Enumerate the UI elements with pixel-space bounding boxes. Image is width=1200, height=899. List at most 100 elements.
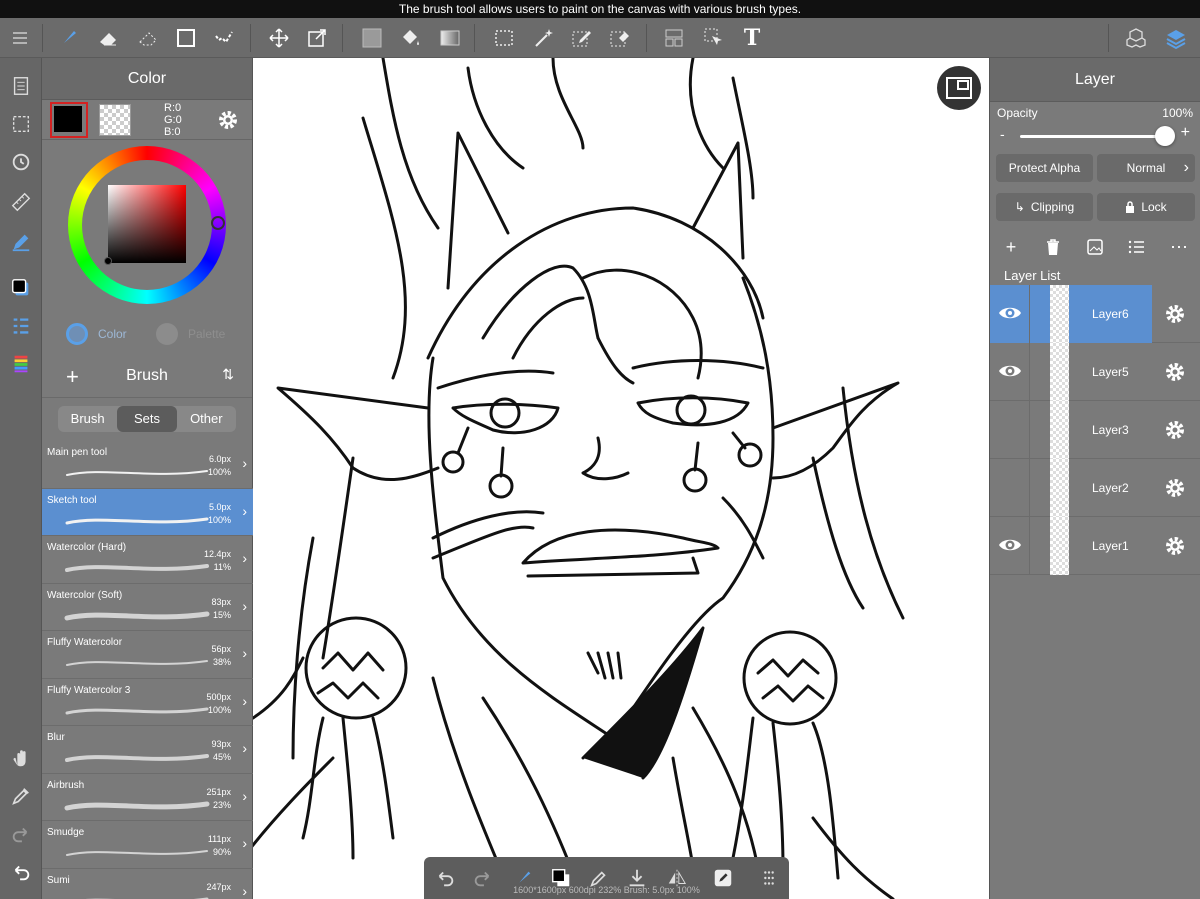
text-icon[interactable]: T [736,22,768,54]
navigator-toggle-button[interactable] [937,66,981,110]
brush-item[interactable]: Airbrush 251px 23% › [42,774,253,821]
select-eraser-icon[interactable] [604,22,636,54]
secondary-color-swatch[interactable] [99,104,131,136]
layer-row-main[interactable]: Layer3 [990,401,1152,459]
sort-brushes-icon[interactable]: ⇅ [222,366,234,383]
eye-icon[interactable] [998,361,1022,381]
brush-item[interactable]: Sumi 247px › [42,869,253,899]
layer-settings-gear-icon[interactable] [1163,360,1187,384]
brush-item[interactable]: Watercolor (Soft) 83px 15% › [42,584,253,631]
brush-item[interactable]: Fluffy Watercolor 56px 38% › [42,631,253,679]
bucket-icon[interactable] [394,22,426,54]
layer-row-main[interactable]: Layer2 [990,459,1152,517]
chevron-right-icon[interactable]: › [242,503,247,519]
palette-bars-icon[interactable] [5,348,37,380]
layer-row-main[interactable]: Layer6 [990,285,1152,343]
layer-row[interactable]: Layer5 [990,343,1200,401]
eye-hidden-icon[interactable] [998,477,1022,497]
brush-list-icon[interactable] [5,310,37,342]
clipping-button[interactable]: ↳ Clipping [996,193,1093,221]
brush-item[interactable]: Sketch tool 5.0px 100% › [42,488,253,536]
opacity-increase-button[interactable]: + [1181,124,1190,142]
layer-row[interactable]: Layer1 [990,517,1200,575]
chevron-right-icon[interactable]: › [242,693,247,709]
layer-settings-gear-icon[interactable] [1163,476,1187,500]
layer-menu-list-icon[interactable] [1126,236,1148,258]
brush-item[interactable]: Watercolor (Hard) 12.4px 11% › [42,536,253,584]
drawing-canvas[interactable] [253,58,989,899]
layer-row-main[interactable]: Layer5 [990,343,1152,401]
brush-item[interactable]: Blur 93px 45% › [42,726,253,774]
layer-row-main[interactable]: Layer1 [990,517,1152,575]
chevron-right-icon[interactable]: › [242,883,247,899]
eye-icon[interactable] [998,303,1022,323]
select-pen-icon[interactable] [566,22,598,54]
tab-sets[interactable]: Sets [117,406,177,432]
saturation-value-square[interactable] [108,185,186,263]
pages-icon[interactable] [5,70,37,102]
selection-eraser-icon[interactable] [132,22,164,54]
eraser-icon[interactable] [92,22,124,54]
brush-item[interactable]: Smudge 111px 90% › [42,821,253,869]
layer-row[interactable]: Layer3 [990,401,1200,459]
chevron-right-icon[interactable]: › [242,740,247,756]
selection-icon[interactable] [5,108,37,140]
layer-settings-gear-icon[interactable] [1163,302,1187,326]
dot-icon[interactable] [208,22,240,54]
stabilizer-icon[interactable] [5,226,37,258]
fill-color-icon[interactable] [356,22,388,54]
tab-brush[interactable]: Brush [58,406,117,432]
gradient-icon[interactable] [434,22,466,54]
layer-settings-gear-icon[interactable] [1163,534,1187,558]
layer-row[interactable]: Layer2 [990,459,1200,517]
add-brush-button[interactable]: + [66,364,79,390]
undo-icon[interactable] [5,856,37,888]
hue-knob[interactable] [211,216,225,230]
eyedropper-icon[interactable] [5,780,37,812]
rotate-icon[interactable] [5,146,37,178]
eye-icon[interactable] [998,535,1022,555]
tab-other[interactable]: Other [177,406,236,432]
magic-wand-icon[interactable] [528,22,560,54]
select-rect-icon[interactable] [488,22,520,54]
redo-icon[interactable] [5,818,37,850]
add-layer-icon[interactable]: + [1000,236,1022,258]
blend-mode-button[interactable]: Normal › [1097,154,1195,182]
brush-icon[interactable] [52,22,84,54]
layer-settings-gear-icon[interactable] [1163,418,1187,442]
chevron-right-icon[interactable]: › [242,455,247,471]
brush-item[interactable]: Main pen tool 6.0px 100% › [42,441,253,489]
protect-alpha-button[interactable]: Protect Alpha [996,154,1093,182]
lock-button[interactable]: Lock [1097,193,1195,221]
select-pointer-icon[interactable] [698,22,730,54]
material-icon[interactable] [1120,22,1152,54]
chevron-right-icon[interactable]: › [242,550,247,566]
menu-icon[interactable] [4,22,36,54]
layers-icon[interactable] [1160,22,1192,54]
opacity-slider-track[interactable] [1020,135,1165,138]
sv-knob[interactable] [104,257,112,265]
rectangle-icon[interactable] [170,22,202,54]
layer-row[interactable]: Layer6 [990,285,1200,343]
color-swatch-icon[interactable] [5,272,37,304]
chevron-right-icon[interactable]: › [242,598,247,614]
tab-color[interactable]: Color [66,320,127,348]
chevron-right-icon[interactable]: › [242,645,247,661]
hand-icon[interactable] [5,742,37,774]
opacity-slider-knob[interactable] [1155,126,1175,146]
move-icon[interactable] [263,22,295,54]
chevron-right-icon[interactable]: › [242,835,247,851]
transform-icon[interactable] [301,22,333,54]
tab-palette[interactable]: Palette [156,320,225,348]
primary-color-swatch[interactable] [50,102,88,138]
layer-image-icon[interactable] [1084,236,1106,258]
delete-layer-icon[interactable] [1042,236,1064,258]
ruler-icon[interactable] [5,186,37,218]
chevron-right-icon[interactable]: › [242,788,247,804]
brush-item[interactable]: Fluffy Watercolor 3 500px 100% › [42,679,253,726]
layout-icon[interactable] [658,22,690,54]
eye-hidden-icon[interactable] [998,419,1022,439]
opacity-decrease-button[interactable]: - [1000,126,1005,142]
color-settings-gear-icon[interactable] [216,108,240,132]
more-options-icon[interactable]: ⋯ [1168,236,1190,258]
